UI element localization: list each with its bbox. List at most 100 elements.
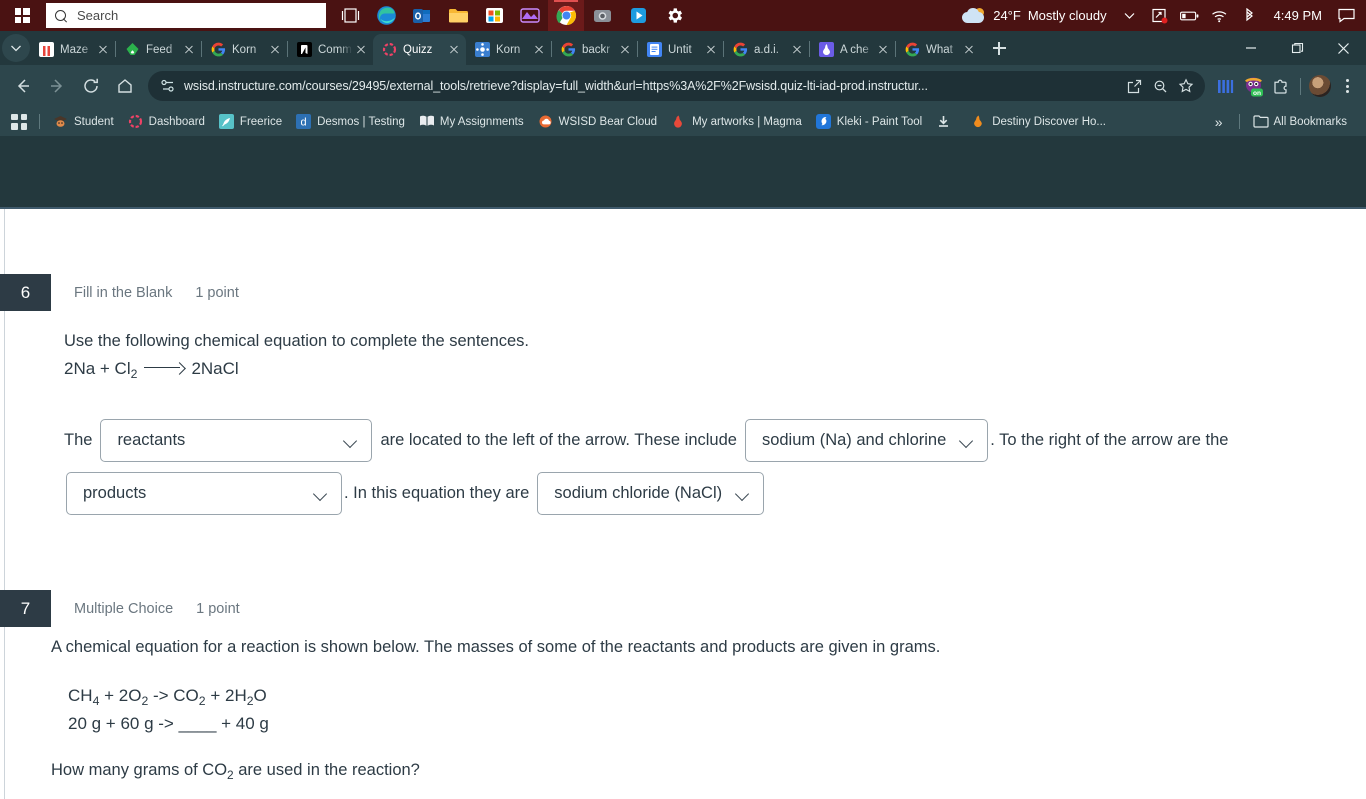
notion-extension-icon[interactable] — [1211, 72, 1239, 100]
close-icon[interactable] — [353, 42, 369, 58]
chevron-up-icon[interactable] — [1116, 0, 1144, 31]
taskbar-weather-widget[interactable]: 24°F Mostly cloudy — [955, 7, 1113, 24]
onedrive-sync-icon[interactable] — [1146, 0, 1174, 31]
taskbar-clock[interactable]: 4:49 PM — [1266, 8, 1330, 23]
sentence-text-1: The — [64, 431, 93, 450]
forward-arrow-icon[interactable] — [40, 69, 74, 103]
bookmarks-overflow-icon[interactable]: » — [1205, 114, 1233, 130]
zoom-icon[interactable] — [1147, 73, 1173, 99]
bookmark-freerice[interactable]: Freerice — [212, 111, 289, 132]
extensions-puzzle-icon[interactable] — [1267, 72, 1295, 100]
windows-logo-icon — [14, 8, 30, 23]
bookmark-my-artworks-magma[interactable]: My artworks | Magma — [664, 111, 809, 132]
close-icon[interactable] — [961, 42, 977, 58]
equation-line-2: 20 g + 60 g -> ____ + 40 g — [68, 713, 269, 733]
kebab-menu-icon[interactable] — [1334, 73, 1360, 99]
close-button[interactable] — [1320, 31, 1366, 65]
folder-icon — [1252, 114, 1269, 129]
partly-cloudy-icon — [962, 7, 986, 24]
dropdown-blank-2[interactable]: sodium (Na) and chlorine — [744, 419, 989, 463]
close-icon[interactable] — [95, 42, 111, 58]
close-icon[interactable] — [531, 42, 547, 58]
browser-tab[interactable]: Maze — [30, 34, 115, 65]
desmos-icon: d — [296, 114, 312, 129]
home-icon[interactable] — [108, 69, 142, 103]
notion-icon — [297, 42, 312, 57]
back-arrow-icon[interactable] — [6, 69, 40, 103]
avatar[interactable] — [1309, 75, 1331, 97]
bookmark-kleki-paint-tool[interactable]: Kleki - Paint Tool — [809, 111, 929, 132]
maximize-button[interactable] — [1274, 31, 1320, 65]
bookmark-destiny-discover[interactable]: Destiny Discover Ho... — [964, 111, 1113, 132]
close-icon[interactable] — [789, 42, 805, 58]
browser-tab[interactable]: backr — [552, 34, 637, 65]
edge-icon[interactable] — [368, 0, 404, 31]
browser-tab[interactable]: Korn — [466, 34, 551, 65]
close-icon[interactable] — [617, 42, 633, 58]
bookmark-dashboard[interactable]: Dashboard — [121, 111, 212, 132]
all-bookmarks-button[interactable]: All Bookmarks — [1246, 111, 1355, 132]
close-icon[interactable] — [267, 42, 283, 58]
close-icon[interactable] — [181, 42, 197, 58]
minimize-button[interactable] — [1228, 31, 1274, 65]
bookmark-label: Kleki - Paint Tool — [836, 115, 923, 128]
browser-tab[interactable]: Untit — [638, 34, 723, 65]
browser-tab[interactable]: a.d.i. — [724, 34, 809, 65]
sentence-text-4: . In this equation they are — [344, 484, 530, 503]
svg-text:d: d — [301, 117, 307, 129]
bookmark-label: Freerice — [239, 115, 283, 128]
camera-icon[interactable] — [584, 0, 620, 31]
browser-tab[interactable]: Comm — [288, 34, 373, 65]
bookmark-my-assignments[interactable]: My Assignments — [412, 111, 531, 132]
notification-bubble-icon[interactable] — [1332, 0, 1360, 31]
photos-icon[interactable] — [512, 0, 548, 31]
browser-tab[interactable]: Korn — [202, 34, 287, 65]
apps-grid-icon[interactable] — [11, 113, 27, 130]
chrome-icon[interactable] — [548, 0, 584, 31]
browser-tab[interactable]: What — [896, 34, 981, 65]
outlook-icon[interactable] — [404, 0, 440, 31]
close-icon[interactable] — [446, 42, 462, 58]
browser-tab[interactable]: A che — [810, 34, 895, 65]
bluetooth-icon[interactable] — [1236, 0, 1264, 31]
start-button[interactable] — [0, 0, 44, 31]
equation-line-1: CH4 + 2O2 -> CO2 + 2H2O — [68, 683, 1366, 709]
chevron-down-icon — [344, 434, 357, 447]
new-tab-button[interactable] — [985, 34, 1013, 62]
question-number-badge: 7 — [0, 590, 51, 628]
svg-text:on: on — [1252, 89, 1260, 96]
microsoft-store-icon[interactable] — [476, 0, 512, 31]
file-explorer-icon[interactable] — [440, 0, 476, 31]
browser-tab-active[interactable]: Quizz — [373, 34, 466, 65]
bookmark-student[interactable]: Student — [46, 111, 121, 132]
dropdown-blank-3[interactable]: products — [66, 472, 342, 516]
reload-icon[interactable] — [74, 69, 108, 103]
dropdown-blank-4[interactable]: sodium chloride (NaCl) — [537, 472, 765, 516]
browser-tab[interactable]: Feed — [116, 34, 201, 65]
settings-gear-icon[interactable] — [656, 0, 692, 31]
taskbar-search-box[interactable]: Search — [46, 3, 326, 28]
bookmark-label: My Assignments — [439, 115, 524, 128]
tab-search-chevron-icon[interactable] — [2, 34, 30, 62]
close-icon[interactable] — [703, 42, 719, 58]
bookmark-label: My artworks | Magma — [692, 115, 802, 128]
bookmark-wsisd-bear-cloud[interactable]: WSISD Bear Cloud — [531, 111, 664, 132]
site-settings-icon[interactable] — [160, 78, 176, 94]
dropdown-blank-3-value: products — [83, 484, 147, 503]
wifi-icon[interactable] — [1206, 0, 1234, 31]
equation-right: 2NaCl — [191, 358, 239, 378]
tab-label: Untit — [668, 43, 692, 56]
google-icon — [561, 42, 576, 57]
dropdown-blank-1[interactable]: reactants — [100, 419, 373, 463]
eq-sub: 2 — [198, 694, 206, 709]
honey-extension-icon[interactable]: on — [1239, 72, 1267, 100]
bookmark-star-icon[interactable] — [1173, 73, 1199, 99]
movies-tv-icon[interactable] — [620, 0, 656, 31]
battery-icon[interactable] — [1176, 0, 1204, 31]
share-icon[interactable] — [1121, 73, 1147, 99]
close-icon[interactable] — [875, 42, 891, 58]
bookmark-desmos[interactable]: d Desmos | Testing — [289, 111, 412, 132]
bookmark-downloads[interactable] — [929, 111, 964, 132]
task-view-icon[interactable] — [332, 0, 368, 31]
address-bar[interactable]: wsisd.instructure.com/courses/29495/exte… — [148, 71, 1205, 101]
